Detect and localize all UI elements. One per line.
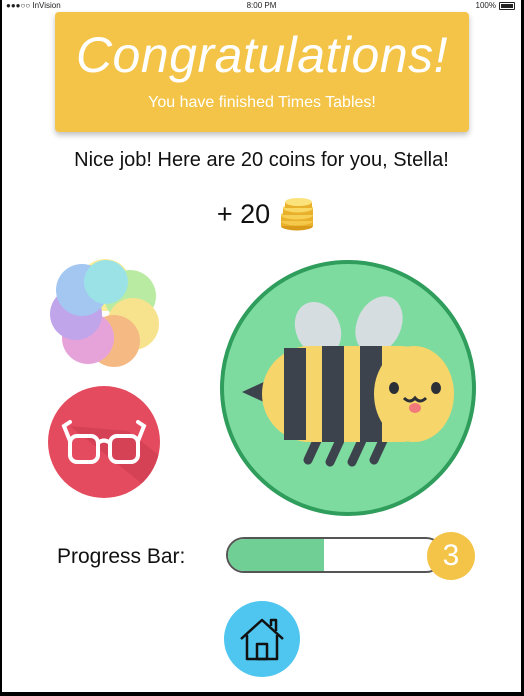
progress-bar xyxy=(226,537,444,573)
status-bar: ●●●○○ InVision 8:00 PM 100% xyxy=(2,0,521,12)
avatar xyxy=(220,260,476,516)
coin-reward: + 20 xyxy=(2,197,521,231)
home-button[interactable] xyxy=(224,601,300,677)
coin-stack-icon xyxy=(281,198,314,231)
photos-button[interactable] xyxy=(44,252,166,374)
screen: ●●●○○ InVision 8:00 PM 100% Congratulati… xyxy=(2,0,521,692)
coin-amount: + 20 xyxy=(216,198,271,229)
bee-icon xyxy=(242,296,454,467)
home-icon xyxy=(240,618,284,661)
battery-indicator: 100% xyxy=(476,0,515,12)
progress-fill xyxy=(228,539,325,571)
banner-title: Congratulations! xyxy=(75,27,449,83)
progress-label: Progress Bar: xyxy=(57,545,186,568)
glasses-button[interactable] xyxy=(48,386,160,498)
level-badge: 3 xyxy=(427,532,475,580)
clock: 8:00 PM xyxy=(246,1,277,10)
photos-icon xyxy=(50,259,159,367)
banner-subtitle: You have finished Times Tables! xyxy=(148,94,376,111)
glasses-icon xyxy=(61,420,160,498)
congrats-banner: Congratulations! You have finished Times… xyxy=(55,12,469,132)
battery-label: 100% xyxy=(475,1,496,10)
reward-message: Nice job! Here are 20 coins for you, Ste… xyxy=(74,149,449,171)
battery-icon xyxy=(499,2,515,10)
